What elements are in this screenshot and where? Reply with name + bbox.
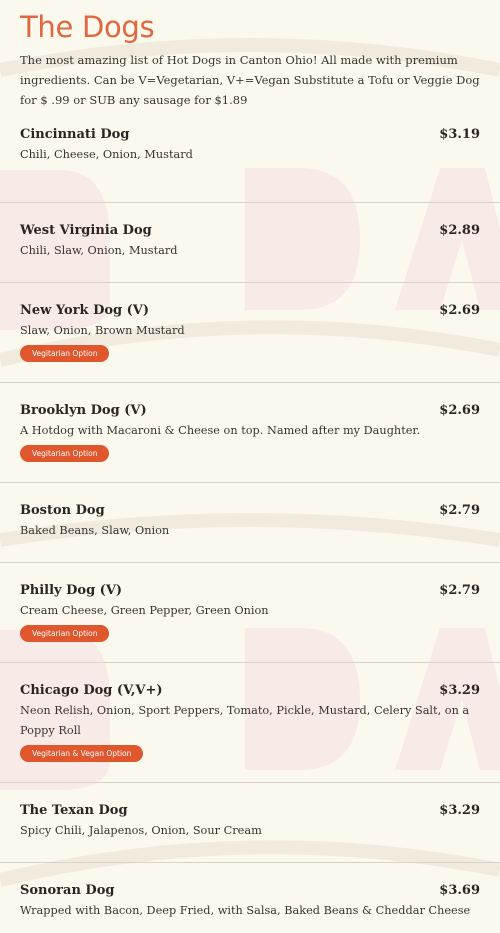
item-price: $3.29 [439, 683, 480, 698]
vegetarian-badge: Vegitarian Option [20, 625, 110, 642]
item-name: Philly Dog (V) [20, 583, 123, 598]
item-price: $2.69 [439, 303, 480, 318]
item-description: Spicy Chili, Jalapenos, Onion, Sour Crea… [20, 824, 262, 837]
vegan-badge: Vegitarian & Vegan Option [20, 745, 144, 762]
item-name: Boston Dog [20, 503, 105, 518]
item-price: $3.19 [439, 127, 480, 142]
menu-item: The Texan Dog $3.29 Spicy Chili, Jalapen… [0, 783, 500, 863]
item-description: Slaw, Onion, Brown Mustard [20, 324, 185, 337]
menu-item: West Virginia Dog $2.89 Chili, Slaw, Oni… [0, 203, 500, 283]
intro-text: The most amazing list of Hot Dogs in Can… [20, 53, 480, 107]
item-name: Brooklyn Dog (V) [20, 403, 147, 418]
item-name: Sonoran Dog [20, 883, 115, 898]
item-description: A Hotdog with Macaroni & Cheese on top. … [20, 424, 421, 437]
menu-item: Boston Dog $2.79 Baked Beans, Slaw, Onio… [0, 483, 500, 563]
menu-list: Cincinnati Dog $3.19 Chili, Cheese, Onio… [0, 123, 500, 933]
item-description: Chili, Cheese, Onion, Mustard [20, 148, 193, 161]
item-name: New York Dog (V) [20, 303, 150, 318]
vegetarian-badge: Vegitarian Option [20, 345, 110, 362]
menu-item: Philly Dog (V) $2.79 Cream Cheese, Green… [0, 563, 500, 663]
menu-item: New York Dog (V) $2.69 Slaw, Onion, Brow… [0, 283, 500, 383]
menu-item: Brooklyn Dog (V) $2.69 A Hotdog with Mac… [0, 383, 500, 483]
item-name: Cincinnati Dog [20, 127, 130, 142]
page-title: The Dogs [20, 10, 155, 44]
item-name: West Virginia Dog [20, 223, 152, 238]
item-price: $3.29 [439, 803, 480, 818]
menu-item: Chicago Dog (V,V+) $3.29 Neon Relish, On… [0, 663, 500, 783]
item-price: $2.79 [439, 503, 480, 518]
item-price: $3.69 [439, 883, 480, 898]
item-price: $2.69 [439, 403, 480, 418]
menu-item: Cincinnati Dog $3.19 Chili, Cheese, Onio… [0, 123, 500, 203]
item-name: The Texan Dog [20, 803, 128, 818]
item-description: Wrapped with Bacon, Deep Fried, with Sal… [20, 904, 471, 917]
menu-item: Sonoran Dog $3.69 Wrapped with Bacon, De… [0, 863, 500, 933]
item-description: Cream Cheese, Green Pepper, Green Onion [20, 604, 269, 617]
item-description: Chili, Slaw, Onion, Mustard [20, 244, 178, 257]
item-price: $2.89 [439, 223, 480, 238]
menu-header: The Dogs The most amazing list of Hot Do… [0, 0, 500, 110]
vegetarian-badge: Vegitarian Option [20, 445, 110, 462]
item-name: Chicago Dog (V,V+) [20, 683, 163, 698]
item-description: Baked Beans, Slaw, Onion [20, 524, 170, 537]
item-description: Neon Relish, Onion, Sport Peppers, Tomat… [20, 704, 470, 737]
item-price: $2.79 [439, 583, 480, 598]
